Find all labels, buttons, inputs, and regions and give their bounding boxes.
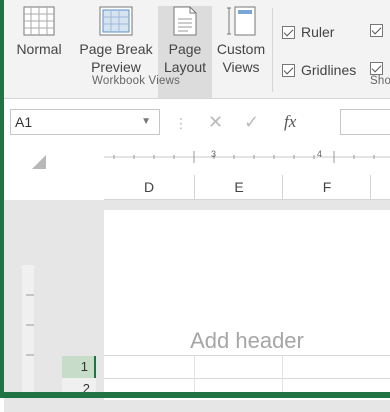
formula-bar: A1 ▼ ⋮ ✕ ✓ fx [4, 99, 390, 145]
row-gridline [104, 355, 390, 356]
ruler-mark-3: 3 [211, 149, 216, 159]
gridlines-checkbox-label: Gridlines [301, 62, 357, 78]
ruler-checkbox-label: Ruler [301, 24, 335, 40]
page-layout-label-2: Layout [163, 59, 207, 75]
custom-views-label-2: Views [222, 59, 260, 75]
column-header-next[interactable] [370, 175, 390, 199]
page-break-preview-button[interactable]: Page Break Preview [74, 6, 158, 102]
formula-bar-checkbox-box[interactable] [370, 24, 383, 37]
name-box-value: A1 [15, 114, 33, 130]
page-layout-label-1: Page [168, 41, 202, 57]
row-gridline [104, 378, 390, 379]
gridlines-checkbox[interactable]: Gridlines [282, 62, 356, 78]
normal-view-icon [23, 6, 55, 36]
custom-views-label-1: Custom [216, 41, 266, 57]
custom-views-icon [227, 6, 256, 36]
column-gridline [194, 355, 195, 395]
workbook-views-group-label: Workbook Views [92, 75, 181, 87]
headings-checkbox[interactable] [370, 62, 389, 75]
window-frame-bottom [0, 392, 390, 398]
normal-view-button[interactable]: Normal [6, 6, 72, 102]
horizontal-ruler: 3 4 [104, 149, 390, 163]
enter-icon[interactable]: ✓ [244, 109, 259, 135]
add-header-placeholder[interactable]: Add header [104, 328, 390, 354]
name-box[interactable]: A1 ▼ [10, 109, 160, 135]
page-break-preview-icon [99, 6, 133, 36]
row-header-1[interactable]: 1 [62, 356, 96, 378]
insert-function-icon[interactable]: fx [284, 109, 296, 135]
gridlines-checkbox-box[interactable] [282, 63, 295, 77]
page-layout-icon [173, 6, 197, 36]
page: Add header [104, 210, 390, 400]
vertical-ruler [22, 265, 34, 392]
column-header-d[interactable]: D [104, 175, 194, 199]
ruler-checkbox[interactable]: Ruler [282, 24, 334, 40]
column-headers: D E F [104, 175, 390, 200]
formula-bar-checkbox[interactable] [370, 24, 389, 37]
formula-bar-grip-icon[interactable]: ⋮ [174, 115, 189, 132]
ruler-mark-4: 4 [317, 149, 322, 159]
headings-checkbox-box[interactable] [370, 62, 383, 75]
page-break-preview-label-2: Preview [91, 59, 141, 75]
show-group-label: Sho [370, 75, 390, 87]
row-header-2[interactable]: 2 [62, 378, 96, 392]
formula-bar-buttons: ✕ ✓ fx [192, 109, 342, 135]
normal-view-label: Normal [16, 41, 62, 57]
name-box-dropdown-icon[interactable]: ▼ [141, 110, 151, 134]
ribbon-separator [272, 8, 273, 92]
vertical-ruler-ticks [26, 294, 34, 356]
custom-views-button[interactable]: Custom Views [212, 6, 270, 102]
page-break-preview-label-1: Page Break [79, 41, 153, 57]
formula-input[interactable] [340, 109, 390, 135]
cancel-icon[interactable]: ✕ [208, 109, 223, 135]
column-header-e[interactable]: E [194, 175, 283, 199]
worksheet-area: 3 4 D E F Add header 1 2 [4, 145, 390, 412]
column-gridline [282, 355, 283, 395]
ribbon: Normal Page Break Preview Page Layout Cu… [4, 0, 390, 99]
column-header-f[interactable]: F [282, 175, 371, 199]
select-all-corner[interactable] [32, 155, 46, 169]
ruler-checkbox-box[interactable] [282, 25, 295, 39]
